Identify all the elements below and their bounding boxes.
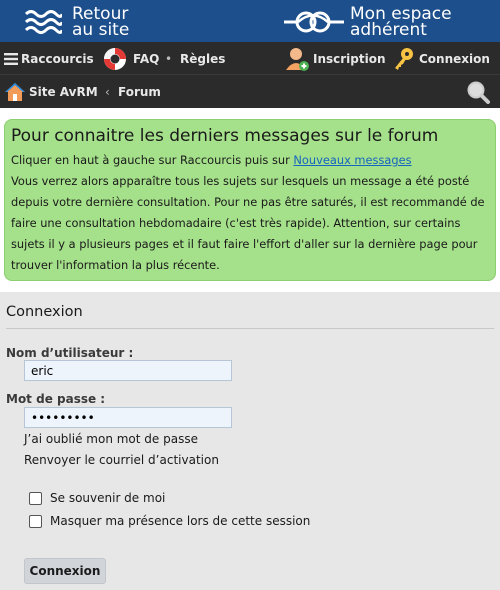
home-icon — [5, 82, 25, 101]
member-space-button[interactable]: Mon espace adhérent — [284, 4, 484, 40]
breadcrumb-site-label: Site AvRM — [29, 84, 98, 99]
hamburger-icon — [4, 52, 18, 65]
faq-link[interactable]: FAQ — [100, 42, 159, 75]
hide-presence-row[interactable]: Masquer ma présence lors de cette sessio… — [29, 514, 310, 528]
username-input[interactable] — [24, 360, 232, 381]
lifebuoy-icon — [104, 47, 126, 70]
resend-activation-link[interactable]: Renvoyer le courriel d’activation — [24, 453, 219, 467]
register-link[interactable]: Inscription — [286, 42, 386, 75]
nav-separator: • — [165, 51, 173, 66]
breadcrumb: Site AvRM ‹ Forum — [0, 75, 500, 108]
notice-body: Cliquer en haut à gauche sur Raccourcis … — [11, 150, 489, 276]
faq-label: FAQ — [133, 51, 160, 66]
breadcrumb-separator: ‹ — [105, 84, 110, 99]
breadcrumb-forum[interactable]: Forum — [118, 75, 161, 108]
member-space-line2: adhérent — [350, 20, 427, 40]
back-to-site-line2: au site — [72, 20, 130, 40]
search-icon[interactable] — [466, 80, 490, 104]
divider — [6, 328, 494, 329]
top-banner: Retour au site Mon espace adhérent — [0, 0, 500, 42]
knot-icon — [284, 11, 344, 33]
notice-title: Pour connaitre les derniers messages sur… — [11, 126, 439, 146]
add-user-icon — [286, 47, 309, 71]
hide-presence-label: Masquer ma présence lors de cette sessio… — [50, 514, 311, 528]
username-label: Nom d’utilisateur : — [6, 346, 134, 360]
password-label: Mot de passe : — [6, 392, 106, 406]
back-to-site-button[interactable]: Retour au site — [24, 4, 174, 40]
nav-bar: Raccourcis FAQ • Règles Inscription Conn… — [0, 42, 500, 75]
breadcrumb-site[interactable]: Site AvRM — [4, 75, 98, 108]
breadcrumb-forum-label: Forum — [118, 84, 161, 99]
rules-link[interactable]: Règles — [180, 42, 225, 75]
rules-label: Règles — [180, 51, 226, 66]
login-submit-button[interactable]: Connexion — [24, 558, 106, 584]
forum-notice: Pour connaitre les derniers messages sur… — [4, 119, 496, 281]
forgot-password-link[interactable]: J’ai oublié mon mot de passe — [24, 432, 198, 446]
remember-me-row[interactable]: Se souvenir de moi — [29, 491, 165, 505]
login-link[interactable]: Connexion — [392, 42, 490, 75]
password-input[interactable] — [24, 407, 232, 428]
notice-line1: Cliquer en haut à gauche sur Raccourcis … — [11, 153, 294, 167]
hide-presence-checkbox[interactable] — [29, 514, 42, 528]
remember-me-checkbox[interactable] — [29, 491, 42, 505]
remember-me-label: Se souvenir de moi — [50, 491, 166, 505]
key-icon — [395, 47, 413, 70]
notice-text: Vous verrez alors apparaître tous les su… — [11, 174, 485, 272]
new-messages-link[interactable]: Nouveaux messages — [293, 153, 411, 167]
login-panel: Connexion Nom d’utilisateur : Mot de pas… — [0, 292, 500, 590]
register-label: Inscription — [313, 51, 386, 66]
waves-icon — [24, 10, 62, 34]
login-title: Connexion — [6, 304, 83, 320]
shortcuts-label: Raccourcis — [21, 51, 94, 66]
shortcuts-menu[interactable]: Raccourcis — [4, 42, 94, 75]
login-label: Connexion — [419, 51, 490, 66]
